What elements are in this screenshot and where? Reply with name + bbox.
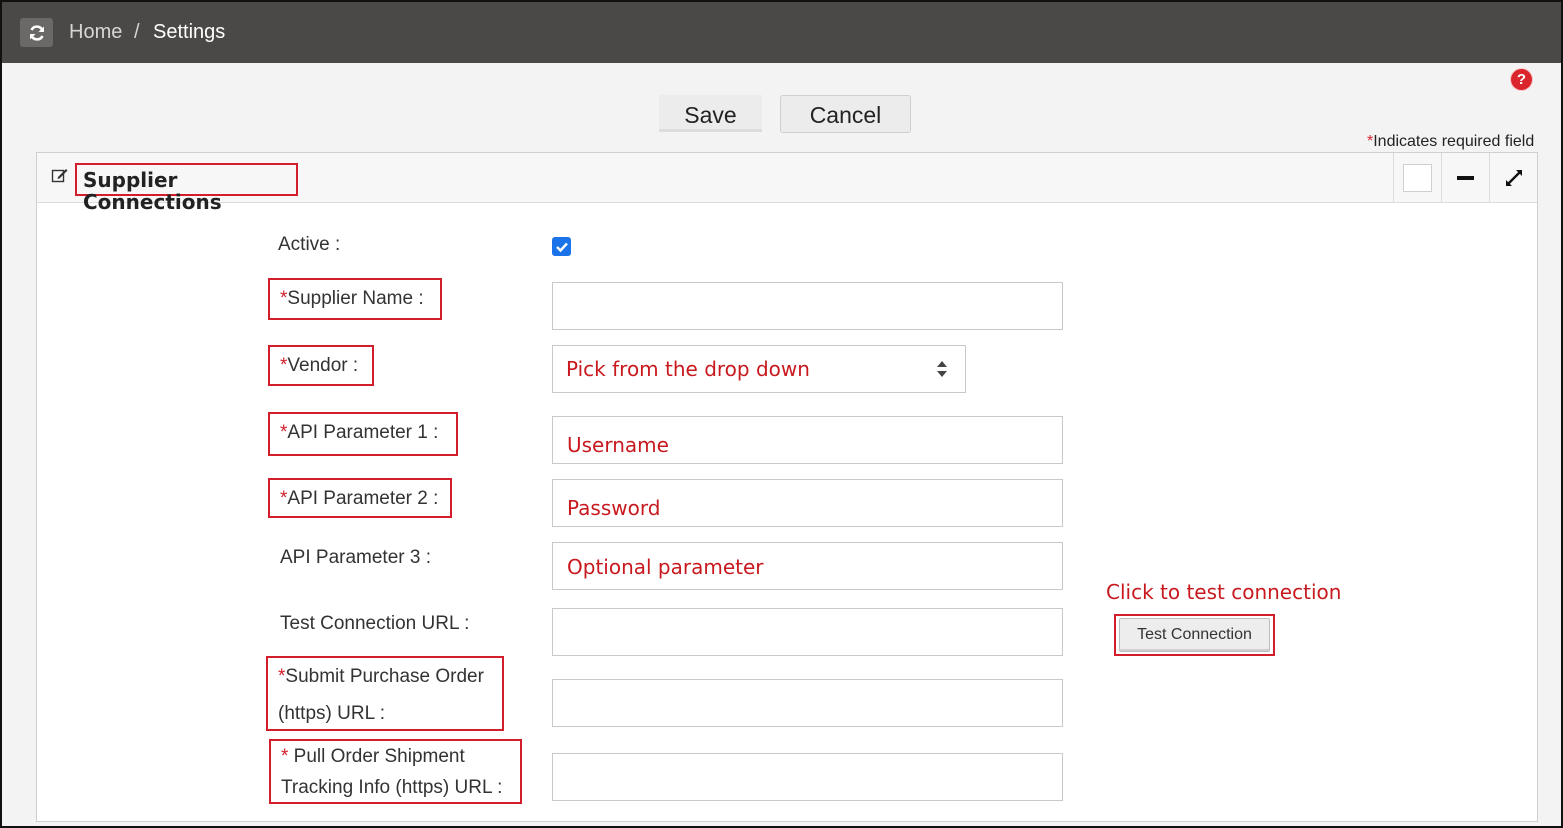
api-parameter-3-input[interactable]: Optional parameter bbox=[552, 542, 1063, 590]
required-field-note: *Indicates required field bbox=[1367, 133, 1534, 151]
required-note-text: Indicates required field bbox=[1373, 133, 1535, 150]
expand-button[interactable] bbox=[1489, 153, 1537, 202]
pull-tracking-label-line1: * Pull Order Shipment bbox=[281, 741, 510, 772]
expand-icon bbox=[1505, 169, 1522, 186]
submit-po-label-line1-text: Submit Purchase Order bbox=[285, 666, 484, 687]
panel-select-box[interactable] bbox=[1393, 153, 1441, 202]
pull-tracking-url-input[interactable] bbox=[552, 753, 1063, 801]
test-connection-button[interactable]: Test Connection bbox=[1119, 618, 1270, 652]
select-arrows-icon bbox=[937, 361, 947, 377]
help-icon[interactable]: ? bbox=[1511, 69, 1532, 90]
test-connection-url-input[interactable] bbox=[552, 608, 1063, 656]
vendor-label-text: Vendor : bbox=[287, 355, 359, 376]
submit-po-label-line2: (https) URL : bbox=[278, 703, 385, 724]
api-parameter-1-label: *API Parameter 1 : bbox=[268, 412, 458, 456]
checkmark-icon bbox=[555, 242, 568, 252]
supplier-name-input[interactable] bbox=[552, 282, 1063, 330]
pull-tracking-label-line1-text: Pull Order Shipment bbox=[288, 746, 465, 767]
active-checkbox[interactable] bbox=[552, 237, 571, 256]
submit-purchase-order-url-label: *Submit Purchase Order (https) URL : bbox=[266, 656, 504, 731]
pull-tracking-label-line2: Tracking Info (https) URL : bbox=[281, 777, 503, 798]
breadcrumb-home[interactable]: Home bbox=[69, 21, 122, 44]
supplier-name-label-text: Supplier Name : bbox=[287, 288, 424, 309]
panel-tools bbox=[1393, 153, 1537, 202]
minimize-icon bbox=[1457, 175, 1474, 180]
api-parameter-1-input[interactable]: Username bbox=[552, 416, 1063, 464]
edit-icon bbox=[51, 169, 68, 183]
breadcrumb-current: Settings bbox=[153, 21, 226, 43]
top-bar: Home / Settings bbox=[2, 2, 1561, 63]
vendor-label: *Vendor : bbox=[268, 345, 374, 386]
test-connection-hint: Click to test connection bbox=[1106, 580, 1342, 604]
vendor-select-value: Pick from the drop down bbox=[566, 357, 810, 381]
cancel-button[interactable]: Cancel bbox=[780, 95, 911, 133]
api-parameter-1-label-text: API Parameter 1 : bbox=[287, 422, 439, 443]
minimize-button[interactable] bbox=[1441, 153, 1489, 202]
api-parameter-2-label-text: API Parameter 2 : bbox=[287, 488, 439, 509]
breadcrumb-separator: / bbox=[134, 21, 140, 43]
submit-purchase-order-url-input[interactable] bbox=[552, 679, 1063, 727]
api-parameter-2-label: *API Parameter 2 : bbox=[268, 478, 452, 518]
pull-tracking-url-label: * Pull Order Shipment Tracking Info (htt… bbox=[269, 739, 522, 804]
test-connection-highlight: Test Connection bbox=[1114, 614, 1275, 656]
save-button[interactable]: Save bbox=[659, 95, 762, 132]
refresh-icon bbox=[29, 24, 44, 41]
panel-header: Supplier Connections bbox=[37, 153, 1537, 213]
panel-title: Supplier Connections bbox=[75, 163, 298, 213]
api-parameter-3-label: API Parameter 3 : bbox=[280, 547, 432, 568]
refresh-button[interactable] bbox=[20, 18, 53, 47]
test-connection-url-label: Test Connection URL : bbox=[280, 613, 470, 634]
submit-po-label-line1: *Submit Purchase Order bbox=[278, 658, 492, 695]
api-parameter-2-input[interactable]: Password bbox=[552, 479, 1063, 527]
supplier-name-label: *Supplier Name : bbox=[268, 278, 442, 320]
active-label: Active : bbox=[278, 234, 341, 255]
vendor-select[interactable]: Pick from the drop down bbox=[552, 345, 966, 393]
square-box bbox=[1403, 163, 1432, 192]
